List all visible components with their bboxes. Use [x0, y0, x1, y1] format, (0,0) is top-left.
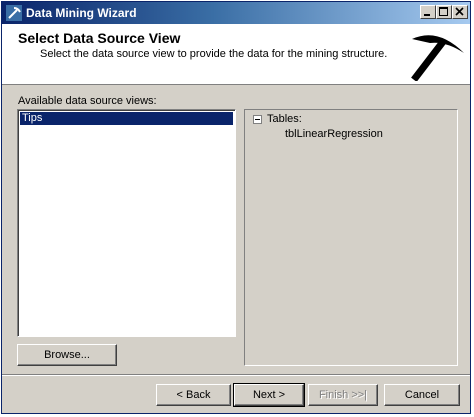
app-icon — [6, 5, 22, 21]
cancel-button[interactable]: Cancel — [384, 384, 460, 406]
close-icon — [455, 7, 464, 16]
collapse-icon[interactable] — [253, 115, 262, 124]
data-source-list[interactable]: Tips — [17, 109, 236, 337]
wizard-window: Data Mining Wizard Select Data Source Vi… — [1, 1, 471, 414]
maximize-button[interactable] — [436, 5, 452, 19]
sources-label: Available data source views: — [18, 95, 157, 107]
header-panel: Select Data Source View Select the data … — [2, 24, 470, 85]
minimize-icon — [424, 14, 430, 16]
tables-tree[interactable]: Tables: tblLinearRegression — [244, 109, 458, 366]
maximize-icon — [439, 7, 448, 16]
title-bar[interactable]: Data Mining Wizard — [2, 2, 470, 24]
pickaxe-icon — [411, 35, 464, 81]
next-button[interactable]: Next > — [233, 383, 305, 407]
window-title: Data Mining Wizard — [26, 6, 137, 20]
tree-root-tables[interactable]: Tables: — [267, 113, 302, 125]
tree-item-table[interactable]: tblLinearRegression — [285, 128, 383, 140]
page-description: Select the data source view to provide t… — [40, 48, 388, 60]
back-button[interactable]: < Back — [156, 384, 231, 406]
list-item-tips[interactable]: Tips — [20, 112, 233, 125]
finish-button[interactable]: Finish >>| — [308, 384, 378, 406]
footer-divider — [2, 374, 470, 376]
browse-button[interactable]: Browse... — [17, 344, 117, 366]
page-title: Select Data Source View — [18, 30, 181, 46]
close-button[interactable] — [452, 5, 468, 19]
minimize-button[interactable] — [420, 5, 436, 19]
